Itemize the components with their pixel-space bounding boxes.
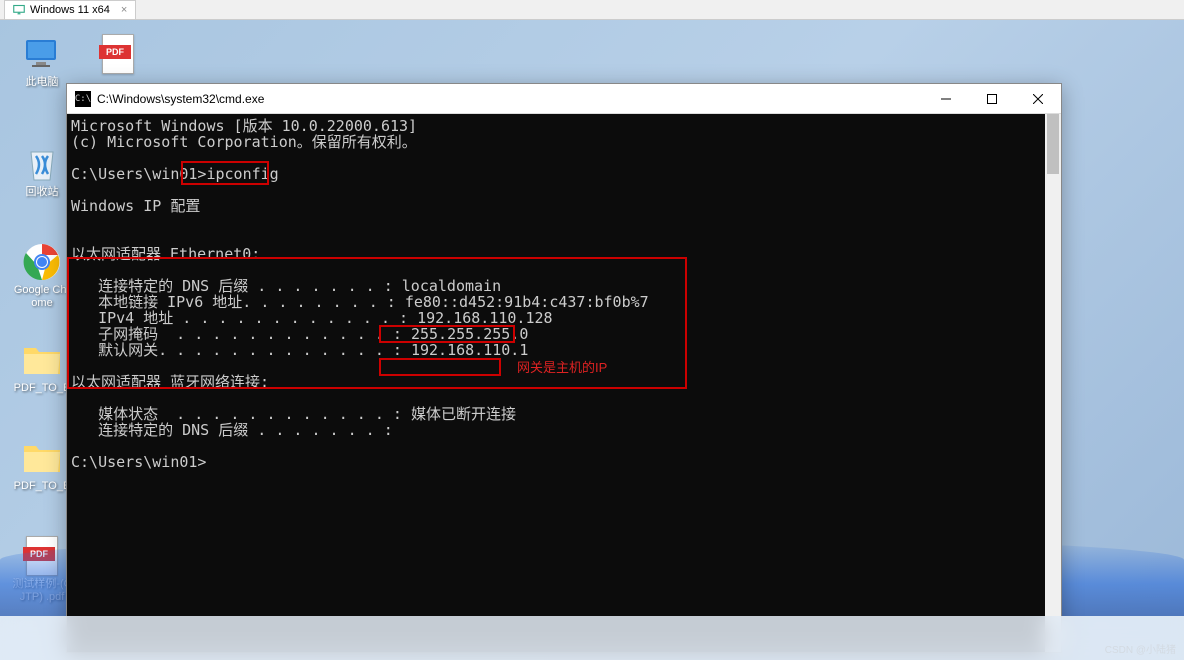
folder-icon [22, 342, 62, 378]
icon-label: 此电脑 [12, 76, 72, 89]
cmd-titlebar[interactable]: C:\ C:\Windows\system32\cmd.exe [67, 84, 1061, 114]
chrome-logo-icon [23, 243, 61, 281]
desktop: 此电脑 PDF 回收站 Google Chrome PDF_TO_E PDF_T… [0, 20, 1184, 660]
icon-label: PDF_TO_E [12, 382, 72, 395]
annotation-text: 网关是主机的IP [517, 360, 607, 376]
icon-label: PDF_TO_E [12, 480, 72, 493]
icon-label: Google Chrome [12, 284, 72, 310]
chrome-icon[interactable]: Google Chrome [12, 242, 72, 310]
minimize-button[interactable] [923, 84, 969, 114]
folder-icon [22, 440, 62, 476]
vm-tab-label: Windows 11 x64 [30, 4, 110, 16]
scrollbar[interactable] [1045, 114, 1061, 652]
dns2-label: 连接特定的 DNS 后缀 . . . . . . . : [71, 421, 393, 439]
watermark: CSDN @小陆猪 [1105, 641, 1176, 656]
scrollbar-thumb[interactable] [1047, 114, 1059, 174]
folder-icon-2[interactable]: PDF_TO_E [12, 438, 72, 493]
maximize-button[interactable] [969, 84, 1015, 114]
media-value: 媒体已断开连接 [402, 405, 516, 423]
monitor-icon [13, 4, 25, 16]
cmd-window: C:\ C:\Windows\system32\cmd.exe Microsof… [66, 83, 1062, 653]
command-text: ipconfig [206, 165, 278, 183]
pdf-icon: PDF [102, 34, 134, 74]
vm-tab-bar: Windows 11 x64 × [0, 0, 1184, 20]
adapter-heading: 以太网适配器 Ethernet0: [71, 245, 260, 263]
cmd-output[interactable]: Microsoft Windows [版本 10.0.22000.613] (c… [67, 114, 1061, 652]
adapter2-heading: 以太网适配器 蓝牙网络连接: [71, 373, 269, 391]
icon-label: 回收站 [12, 186, 72, 199]
close-icon[interactable]: × [121, 4, 127, 16]
vm-tab[interactable]: Windows 11 x64 × [4, 0, 136, 19]
this-pc-icon[interactable]: 此电脑 [12, 34, 72, 89]
gateway-label: 默认网关. . . . . . . . . . . . . : [71, 341, 402, 359]
folder-icon-1[interactable]: PDF_TO_E [12, 340, 72, 395]
recycle-bin-icon[interactable]: 回收站 [12, 144, 72, 199]
ipconfig-heading: Windows IP 配置 [71, 197, 200, 215]
prompt: C:\Users\win01> [71, 165, 206, 183]
monitor-icon [22, 34, 62, 74]
copyright-line: (c) Microsoft Corporation。保留所有权利。 [71, 133, 417, 151]
highlight-gateway [379, 358, 501, 376]
taskbar[interactable] [0, 616, 1184, 660]
pdf-file-icon[interactable]: PDF [88, 34, 148, 76]
cmd-title: C:\Windows\system32\cmd.exe [97, 92, 923, 106]
close-button[interactable] [1015, 84, 1061, 114]
bin-icon [23, 144, 61, 184]
gateway-value: 192.168.110.1 [402, 341, 528, 359]
cmd-icon: C:\ [75, 91, 91, 107]
prompt2: C:\Users\win01> [71, 453, 206, 471]
